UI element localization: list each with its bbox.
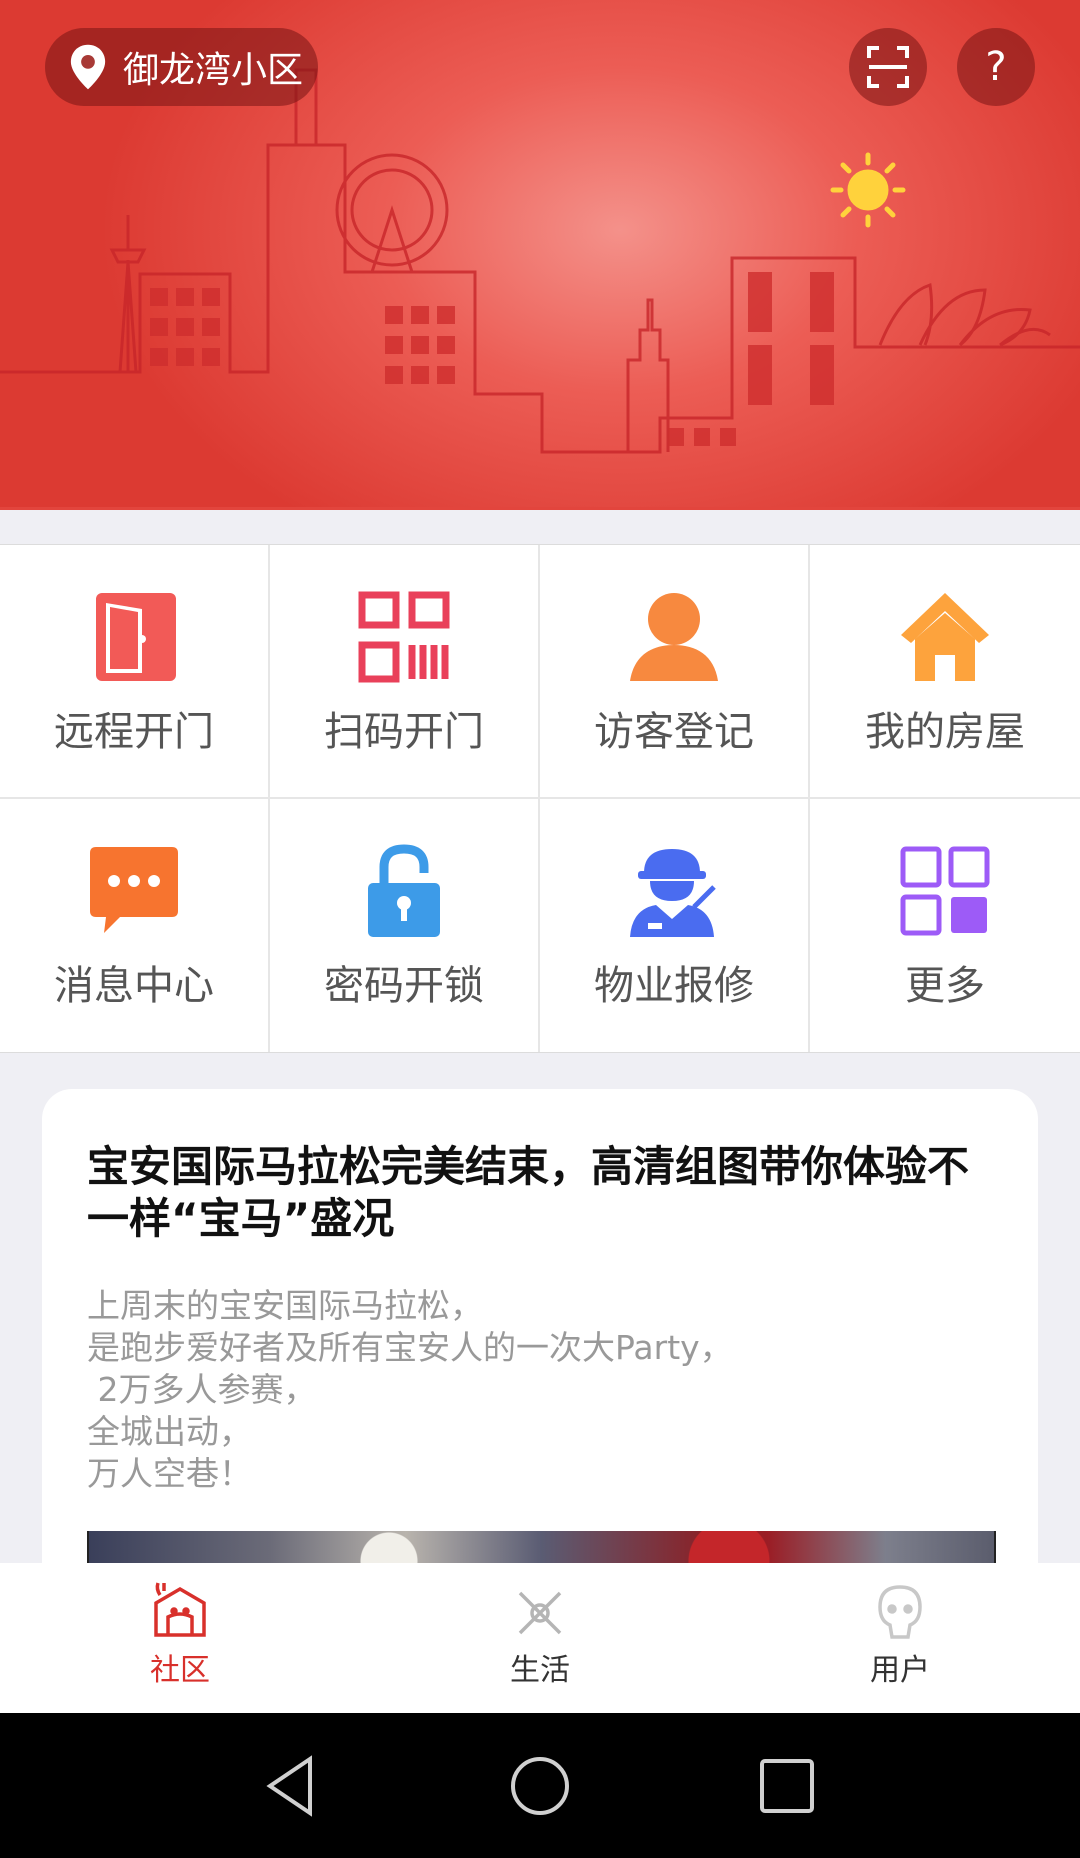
service-my-house[interactable]: 我的房屋 [810, 545, 1080, 799]
system-navigation-bar [0, 1713, 1080, 1858]
service-label: 远程开门 [54, 709, 214, 755]
person-icon [630, 593, 718, 681]
bottom-tab-bar: 社区 生活 用户 [0, 1563, 1080, 1713]
service-remote-open-door[interactable]: 远程开门 [0, 545, 270, 799]
more-grid-icon [900, 846, 990, 935]
news-title: 宝安国际马拉松完美结束，高清组图带你体验不一样“宝马”盛况 [87, 1142, 970, 1243]
tab-life[interactable]: 生活 [360, 1563, 720, 1713]
service-label: 物业报修 [594, 962, 754, 1009]
home-icon[interactable] [505, 1751, 575, 1821]
user-icon [878, 1585, 922, 1639]
service-label: 我的房屋 [865, 709, 1025, 755]
service-label: 扫码开门 [324, 709, 484, 755]
scan-icon [867, 46, 909, 88]
news-line: 万人空巷！ [87, 1454, 252, 1493]
sun-icon [830, 152, 906, 228]
community-icon [154, 1582, 206, 1637]
location-selector[interactable]: 御龙湾小区 [45, 28, 318, 106]
tab-label: 用户 [870, 1653, 930, 1688]
news-summary: 上周末的宝安国际马拉松， 是跑步爱好者及所有宝安人的一次大Party， 2万多人… [87, 1285, 997, 1495]
help-icon: ? [985, 44, 1007, 90]
community-name: 御龙湾小区 [123, 50, 304, 91]
qr-code-icon [358, 591, 450, 683]
service-label: 消息中心 [54, 962, 214, 1009]
life-icon [518, 1591, 562, 1635]
location-pin-icon [70, 44, 106, 90]
service-qr-open-door[interactable]: 扫码开门 [270, 545, 540, 799]
news-line: 全城出动， [87, 1412, 252, 1451]
scan-button[interactable] [849, 28, 927, 106]
door-icon [96, 593, 176, 681]
service-message-center[interactable]: 消息中心 [0, 798, 270, 1052]
house-icon [901, 593, 989, 681]
service-property-repair[interactable]: 物业报修 [540, 798, 810, 1052]
news-line: 是跑步爱好者及所有宝安人的一次大Party， [87, 1328, 733, 1367]
service-label: 密码开锁 [324, 962, 484, 1009]
unlock-icon [368, 843, 440, 937]
tab-label: 社区 [150, 1653, 210, 1688]
recents-icon[interactable] [752, 1751, 822, 1821]
hero-banner: 御龙湾小区 ? [0, 0, 1080, 510]
repair-worker-icon [630, 848, 719, 937]
chat-bubble-icon [90, 846, 178, 933]
tab-community[interactable]: 社区 [0, 1563, 360, 1713]
help-button[interactable]: ? [957, 28, 1035, 106]
service-more[interactable]: 更多 [810, 798, 1080, 1052]
news-line: 2万多人参赛， [87, 1370, 317, 1409]
tab-label: 生活 [510, 1653, 570, 1688]
service-label: 更多 [905, 962, 985, 1009]
tab-user[interactable]: 用户 [720, 1563, 1080, 1713]
service-label: 访客登记 [594, 709, 754, 755]
back-icon[interactable] [258, 1751, 328, 1821]
news-line: 上周末的宝安国际马拉松， [87, 1286, 483, 1325]
service-visitor-registration[interactable]: 访客登记 [540, 545, 810, 799]
services-grid: 远程开门 扫码开门 访客登记 我的房屋 消息中心 密码开锁 物业报修 更多 [0, 544, 1080, 1053]
service-password-unlock[interactable]: 密码开锁 [270, 798, 540, 1052]
